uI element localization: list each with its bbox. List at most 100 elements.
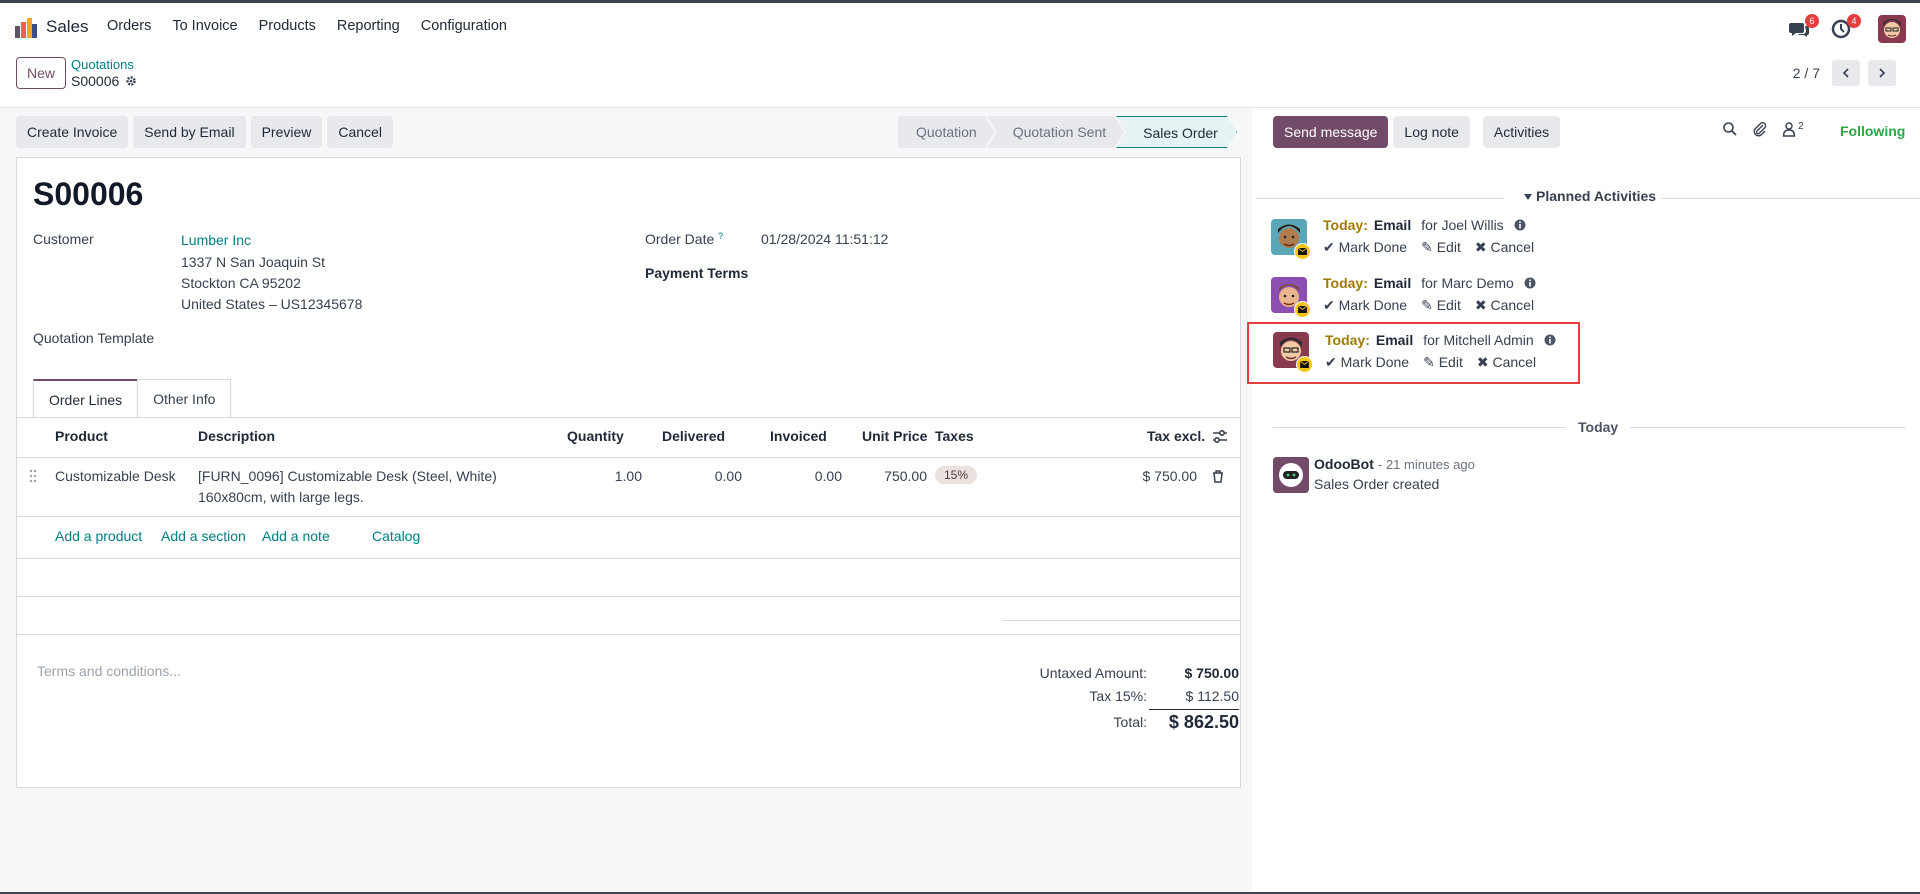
activities-button[interactable]: Activities [1482,116,1561,148]
cancel-order-button[interactable]: Cancel [327,116,393,148]
pager-value[interactable]: 2 / 7 [1793,65,1820,81]
send-by-email-button[interactable]: Send by Email [133,116,246,148]
send-message-button[interactable]: Send message [1273,116,1389,148]
envelope-icon [1294,243,1311,260]
col-description[interactable]: Description [198,428,275,444]
activity-type: Email [1373,217,1412,233]
line-quantity[interactable]: 1.00 [562,468,642,484]
line-description[interactable]: [FURN_0096] Customizable Desk (Steel, Wh… [198,468,497,484]
preview-button[interactable]: Preview [250,116,323,148]
drag-handle-icon[interactable] [29,469,37,483]
col-tax-excl[interactable]: Tax excl. [1147,428,1205,444]
edit-label: Edit [1438,354,1463,370]
line-unit-price[interactable]: 750.00 [847,468,927,484]
add-note-link[interactable]: Add a note [262,528,330,544]
followers-button[interactable]: 2 [1782,121,1804,137]
total-label: Total: [1113,714,1147,730]
user-avatar[interactable] [1878,15,1906,43]
breadcrumb-quotations[interactable]: Quotations [71,57,134,72]
help-tooltip-icon[interactable]: ? [718,231,723,241]
trash-icon[interactable] [1212,470,1224,483]
menu-reporting[interactable]: Reporting [337,18,400,34]
tax-badge[interactable]: 15% [935,466,978,484]
activity-item: Today: Email for Joel Willis ✔ Mark Done ✎… [1271,215,1571,267]
tab-order-lines[interactable]: Order Lines [33,379,139,417]
gear-icon[interactable] [125,75,137,87]
mark-done-button[interactable]: ✔ Mark Done [1323,297,1407,314]
systray: 6 4 [1768,14,1906,43]
order-date-label-text: Order Date [645,231,715,247]
customer-field[interactable]: Lumber Inc [181,232,251,248]
line-subtotal: $ 750.00 [1142,468,1198,484]
new-button[interactable]: New [16,57,67,89]
chevron-right-icon [1879,68,1886,78]
log-note-button[interactable]: Log note [1393,116,1470,148]
activity-assignee: for Marc Demo [1421,275,1514,291]
cancel-activity-button[interactable]: ✖ Cancel [1475,297,1534,314]
planned-activities-header[interactable]: Planned Activities [1256,188,1920,208]
col-product[interactable]: Product [55,428,108,444]
order-date-label: Order Date ? [645,231,723,247]
mark-done-label: Mark Done [1338,297,1408,313]
menu-products[interactable]: Products [259,18,316,34]
quotation-template-label: Quotation Template [33,330,155,346]
stage-quotation[interactable]: Quotation [898,116,995,148]
order-date-field[interactable]: 01/28/2024 11:51:12 [761,231,888,247]
breadcrumb: S00006 [71,73,137,89]
menu-to-invoice[interactable]: To Invoice [172,18,237,34]
envelope-icon [1296,356,1313,373]
following-button[interactable]: Following [1840,123,1905,139]
search-icon[interactable] [1722,121,1738,137]
menu-configuration[interactable]: Configuration [421,18,507,34]
activity-due: Today: [1325,332,1370,348]
customer-address-line: Stockton CA 95202 [181,275,301,291]
tab-other-info[interactable]: Other Info [137,379,232,417]
catalog-link[interactable]: Catalog [372,528,420,544]
info-icon[interactable] [1544,334,1556,346]
create-invoice-button[interactable]: Create Invoice [16,116,129,148]
col-taxes[interactable]: Taxes [935,428,974,444]
paperclip-icon[interactable] [1752,121,1768,137]
col-delivered[interactable]: Delivered [662,428,725,444]
sales-app-icon[interactable] [15,18,37,38]
message-author[interactable]: OdooBot [1314,456,1374,472]
mark-done-button[interactable]: ✔ Mark Done [1325,354,1409,371]
mark-done-label: Mark Done [1340,354,1410,370]
form-sheet: S00006 Customer Lumber Inc 1337 N San Jo… [16,157,1241,788]
add-section-link[interactable]: Add a section [161,528,246,544]
cancel-activity-button[interactable]: ✖ Cancel [1475,239,1534,256]
mark-done-button[interactable]: ✔ Mark Done [1323,239,1407,256]
col-unit-price[interactable]: Unit Price [862,428,927,444]
edit-activity-button[interactable]: ✎ Edit [1421,297,1461,314]
mark-done-label: Mark Done [1338,239,1408,255]
stage-quotation-sent[interactable]: Quotation Sent [987,116,1124,148]
col-quantity[interactable]: Quantity [567,428,624,444]
line-product[interactable]: Customizable Desk [55,468,176,484]
info-icon[interactable] [1514,219,1526,231]
tax-amount: $ 112.50 [1185,688,1239,704]
cancel-activity-button[interactable]: ✖ Cancel [1477,354,1536,371]
activity-summary: Today: Email for Joel Willis [1323,217,1526,233]
activity-item-highlighted: Today: Email for Mitchell Admin ✔ Mark Don… [1247,322,1580,384]
edit-activity-button[interactable]: ✎ Edit [1421,239,1461,256]
col-invoiced[interactable]: Invoiced [770,428,827,444]
stage-sales-order[interactable]: Sales Order [1116,116,1237,148]
message-timestamp: - 21 minutes ago [1378,457,1475,472]
pager-next-button[interactable] [1868,60,1896,86]
info-icon[interactable] [1524,277,1536,289]
messages-icon[interactable]: 6 [1788,14,1819,40]
total-amount: $ 862.50 [1149,709,1239,733]
app-name[interactable]: Sales [46,17,89,37]
line-description-2[interactable]: 160x80cm, with large legs. [198,489,364,505]
add-product-link[interactable]: Add a product [55,528,142,544]
line-delivered[interactable]: 0.00 [662,468,742,484]
edit-activity-button[interactable]: ✎ Edit [1423,354,1463,371]
activity-clock-icon[interactable]: 4 [1830,14,1861,40]
record-pager: 2 / 7 [1793,60,1896,86]
menu-orders[interactable]: Orders [107,18,151,34]
terms-conditions-field[interactable]: Terms and conditions... [37,663,181,679]
odoobot-avatar[interactable] [1273,457,1309,493]
optional-columns-icon[interactable] [1212,429,1228,445]
line-invoiced[interactable]: 0.00 [762,468,842,484]
pager-previous-button[interactable] [1832,60,1860,86]
